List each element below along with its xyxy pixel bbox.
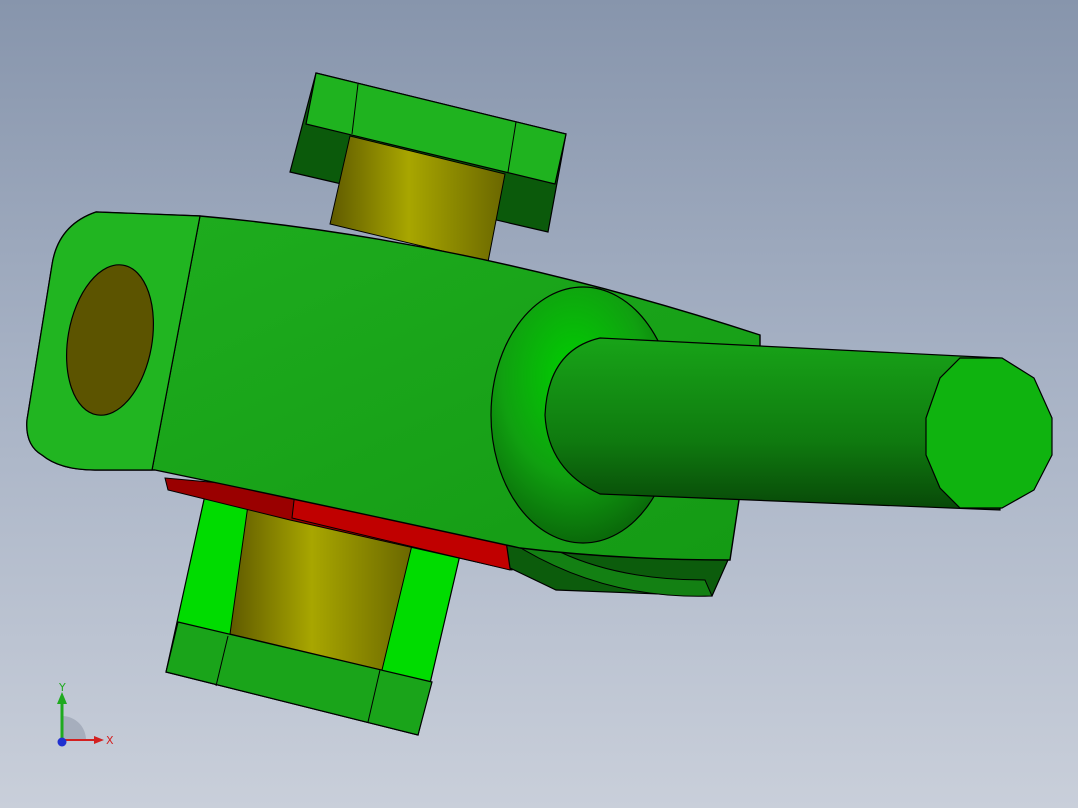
3d-viewport[interactable]: Y X [0,0,1078,808]
z-axis-dot-icon [57,737,67,747]
y-axis-label: Y [58,681,66,694]
shaft[interactable] [544,337,1053,511]
cad-model[interactable] [0,0,1078,808]
x-axis-arrow-icon [94,736,104,744]
axis-triad: Y X [57,681,114,747]
x-axis-label: X [106,734,114,747]
shaft-end-face [925,357,1053,509]
